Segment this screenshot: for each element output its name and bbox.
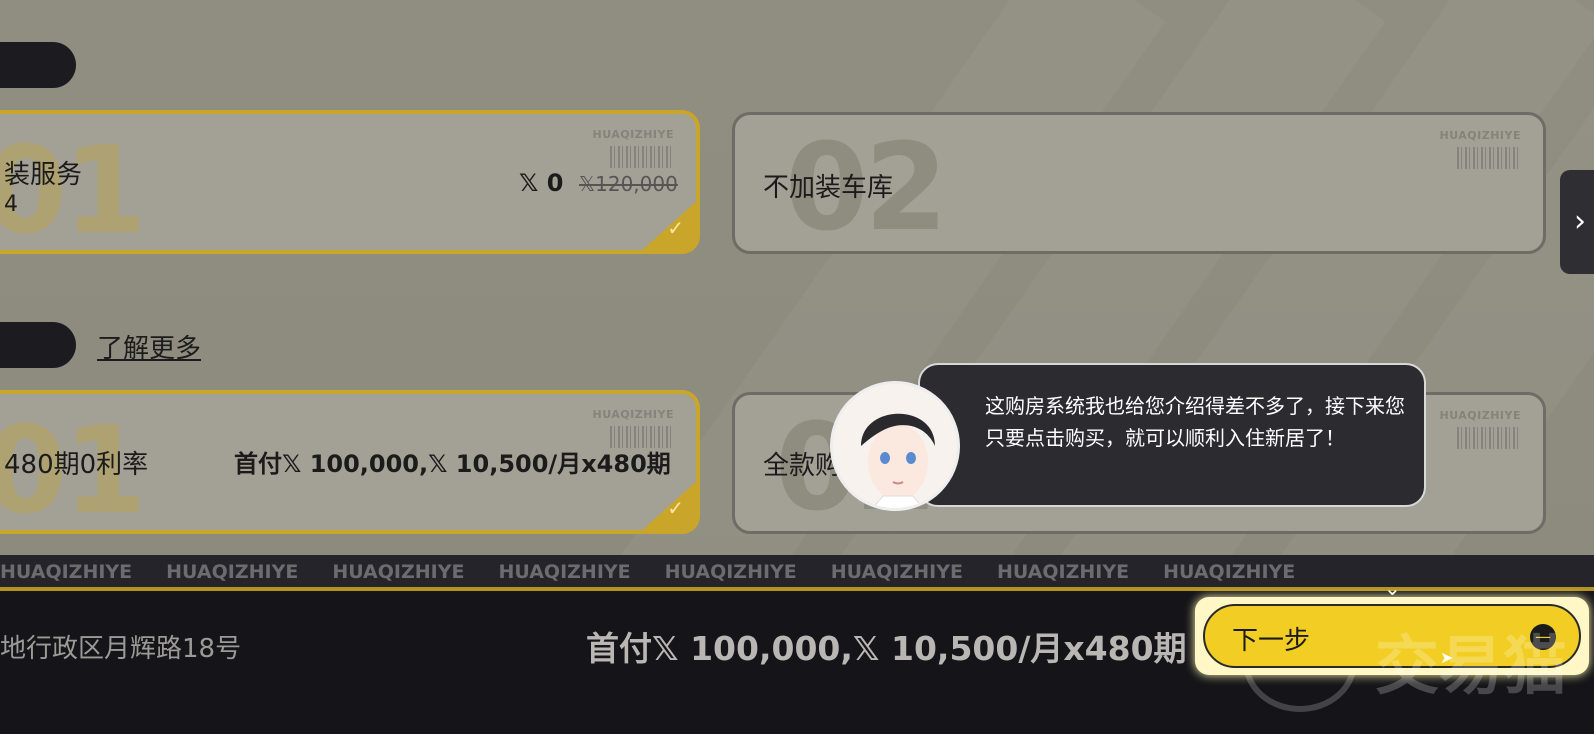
barcode-icon: [1457, 147, 1521, 169]
brand-label: HUAQIZHIYE: [592, 128, 674, 141]
next-button-label: 下一步: [1232, 626, 1311, 656]
option-subtitle: 4: [4, 192, 18, 217]
option-title: 不加装车库: [763, 173, 894, 203]
option-title: 480期0利率: [4, 450, 149, 480]
brand-label: HUAQIZHIYE: [592, 408, 674, 421]
garage-option-card-2[interactable]: 02 HUAQIZHIYE 不加装车库: [732, 112, 1546, 254]
learn-more-link[interactable]: 了解更多: [97, 328, 201, 365]
chevron-down-icon: ⌄: [1384, 576, 1401, 600]
barcode-icon: [1457, 427, 1521, 449]
brand-label: HUAQIZHIYE: [1439, 409, 1521, 422]
barcode-icon: [610, 146, 674, 168]
option-number: 01: [0, 122, 147, 254]
side-panel-toggle[interactable]: ›: [1560, 170, 1594, 274]
game-scene: 装 01 HUAQIZHIYE 装服务 4 𝕏 0 𝕏120,000 ✓ 02 …: [0, 0, 1594, 734]
check-icon: ✓: [667, 216, 684, 240]
ticker-content: HUAQIZHIYE HUAQIZHIYE HUAQIZHIYE HUAQIZHIYE…: [0, 561, 1296, 583]
option-title: 装服务: [4, 160, 83, 190]
option-price: 𝕏 0: [519, 169, 564, 197]
watermark-text: 交易猫: [1375, 630, 1567, 704]
guide-avatar: [830, 381, 960, 511]
dialog-text: 这购房系统我也给您介绍得差不多了，接下来您只要点击购买，就可以顺利入住新居了！: [985, 394, 1405, 450]
section-title-payment: 式: [0, 322, 76, 368]
payment-option-card-1[interactable]: 01 HUAQIZHIYE 480期0利率 首付𝕏 100,000,𝕏 10,5…: [0, 390, 700, 534]
check-icon: ✓: [667, 496, 684, 520]
chevron-right-icon: ›: [1574, 204, 1586, 239]
total-price: 首付𝕏 100,000,𝕏 10,500/月x480期: [586, 629, 1187, 668]
address-text: 地行政区月辉路18号: [0, 634, 242, 664]
option-original-price: 𝕏120,000: [579, 172, 678, 196]
option-price: 首付𝕏 100,000,𝕏 10,500/月x480期: [234, 450, 671, 478]
garage-option-card-1[interactable]: 01 HUAQIZHIYE 装服务 4 𝕏 0 𝕏120,000 ✓: [0, 110, 700, 254]
brand-ticker: HUAQIZHIYE HUAQIZHIYE HUAQIZHIYE HUAQIZHIYE…: [0, 555, 1594, 591]
section-title-garage: 装: [0, 42, 76, 88]
brand-label: HUAQIZHIYE: [1439, 129, 1521, 142]
